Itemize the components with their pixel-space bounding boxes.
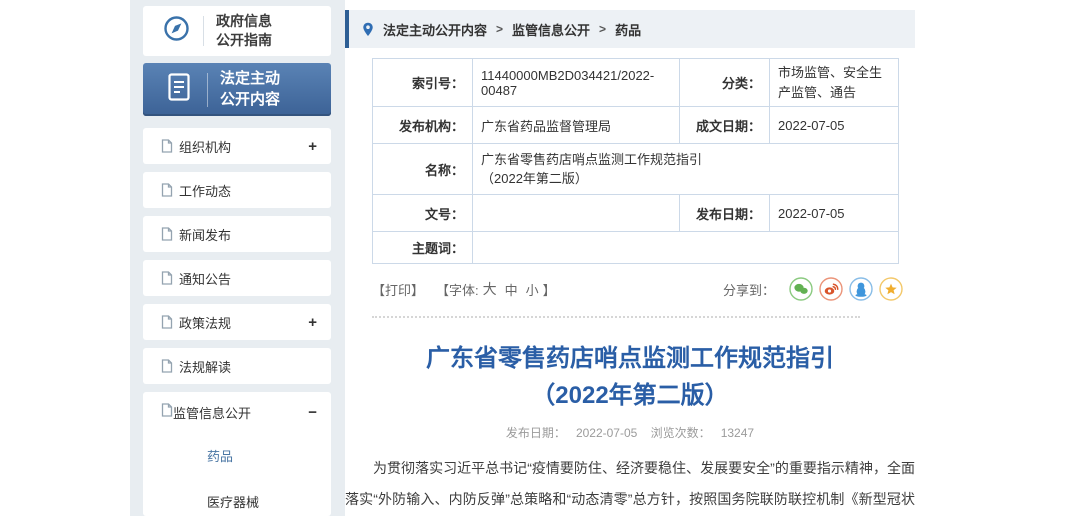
page-icon (161, 315, 173, 329)
expand-plus-icon[interactable]: + (308, 138, 317, 155)
page-icon (161, 271, 173, 285)
page-icon (161, 139, 173, 153)
category-value: 市场监管、安全生产监管、通告 (770, 59, 899, 107)
guide-title: 政府信息 公开指南 (216, 12, 272, 50)
publish-date-value: 2022-07-05 (576, 426, 637, 440)
weibo-share-icon[interactable] (819, 277, 843, 301)
sidebar-subitem-medical-devices[interactable]: 医疗器械 (143, 478, 331, 516)
page-icon (161, 403, 173, 422)
document-info-table: 索引号： 11440000MB2D034421/2022-00487 分类： 市… (372, 58, 899, 264)
menu-label: 监管信息公开 (173, 403, 308, 422)
menu-label: 政策法规 (179, 313, 308, 332)
font-size-small-button[interactable]: 小 (526, 280, 539, 299)
written-date-value: 2022-07-05 (770, 107, 899, 144)
breadcrumb-separator: > (496, 22, 503, 36)
font-size-medium-button[interactable]: 中 (505, 280, 518, 299)
font-size-suffix: 】 (543, 280, 556, 299)
menu-label: 法规解读 (179, 357, 317, 376)
doc-number-label: 文号： (373, 195, 473, 232)
menu-label: 组织机构 (179, 137, 308, 156)
collapse-minus-icon[interactable]: − (308, 404, 317, 421)
menu-label: 工作动态 (179, 181, 317, 200)
written-date-label: 成文日期： (680, 107, 770, 144)
breadcrumb: 法定主动公开内容 > 监管信息公开 > 药品 (345, 10, 915, 48)
sidebar-item-news[interactable]: 新闻发布 (143, 216, 331, 252)
sidebar-item-legal-disclosure[interactable]: 法定主动 公开内容 (143, 63, 331, 116)
table-row: 发布机构： 广东省药品监督管理局 成文日期： 2022-07-05 (373, 107, 899, 144)
sidebar-item-supervision-info[interactable]: 监管信息公开 − (143, 392, 331, 432)
table-row: 名称： 广东省零售药店哨点监测工作规范指引 （2022年第二版） (373, 144, 899, 195)
divider (203, 16, 204, 46)
subject-words-value (473, 232, 899, 264)
share-label: 分享到： (723, 280, 775, 299)
font-size-control: 【字体: 大 中 小 】 (436, 279, 556, 299)
font-size-large-button[interactable]: 大 (483, 279, 497, 299)
expand-plus-icon[interactable]: + (308, 314, 317, 331)
main-content: 法定主动公开内容 > 监管信息公开 > 药品 索引号： 11440000MB2D… (345, 0, 915, 516)
breadcrumb-link-legal-disclosure[interactable]: 法定主动公开内容 (383, 20, 487, 39)
breadcrumb-separator: > (599, 22, 606, 36)
table-row: 文号： 发布日期： 2022-07-05 (373, 195, 899, 232)
index-number-value: 11440000MB2D034421/2022-00487 (473, 59, 680, 107)
issuing-org-value: 广东省药品监督管理局 (473, 107, 680, 144)
article-meta: 发布日期： 2022-07-05 浏览次数： 13247 (345, 424, 915, 441)
print-button[interactable]: 【打印】 (372, 280, 424, 299)
index-number-label: 索引号： (373, 59, 473, 107)
article-paragraph: 为贯彻落实习近平总书记“疫情要防住、经济要稳住、发展要安全”的重要指示精神，全面… (345, 453, 915, 516)
sidebar-group-supervision-info: 监管信息公开 − 药品 医疗器械 (143, 392, 331, 516)
location-pin-icon (362, 22, 374, 37)
favorite-star-icon[interactable] (879, 277, 903, 301)
sidebar-item-notices[interactable]: 通知公告 (143, 260, 331, 296)
active-section-title: 法定主动 公开内容 (220, 69, 280, 110)
menu-label: 新闻发布 (179, 225, 317, 244)
sidebar-item-policies[interactable]: 政策法规 + (143, 304, 331, 340)
qq-share-icon[interactable] (849, 277, 873, 301)
sidebar-item-work-updates[interactable]: 工作动态 (143, 172, 331, 208)
publish-date-label: 发布日期： (680, 195, 770, 232)
category-label: 分类： (680, 59, 770, 107)
menu-label: 通知公告 (179, 269, 317, 288)
publish-date-label: 发布日期： (506, 426, 566, 440)
page-icon (161, 359, 173, 373)
doc-name-value: 广东省零售药店哨点监测工作规范指引 （2022年第二版） (473, 144, 899, 195)
subject-words-label: 主题词： (373, 232, 473, 264)
document-icon (165, 71, 193, 108)
sidebar-subitem-drugs[interactable]: 药品 (143, 432, 331, 478)
view-count-label: 浏览次数： (651, 426, 711, 440)
article-title: 广东省零售药店哨点监测工作规范指引 （2022年第二版） (345, 340, 915, 414)
sidebar-guide-card[interactable]: 政府信息 公开指南 (143, 6, 331, 56)
table-row: 索引号： 11440000MB2D034421/2022-00487 分类： 市… (373, 59, 899, 107)
article-controls: 【打印】 【字体: 大 中 小 】 分享到： (372, 274, 903, 304)
sidebar: 政府信息 公开指南 法定主动 公开内容 组织机构 + (130, 0, 345, 516)
font-size-prefix: 【字体: (436, 280, 479, 299)
dotted-separator (372, 316, 860, 318)
publish-date-value: 2022-07-05 (770, 195, 899, 232)
sidebar-item-law-interpretation[interactable]: 法规解读 (143, 348, 331, 384)
breadcrumb-current-drugs: 药品 (615, 20, 641, 39)
breadcrumb-link-supervision-info[interactable]: 监管信息公开 (512, 20, 590, 39)
issuing-org-label: 发布机构： (373, 107, 473, 144)
wechat-share-icon[interactable] (789, 277, 813, 301)
view-count-value: 13247 (721, 426, 754, 440)
page: 政府信息 公开指南 法定主动 公开内容 组织机构 + (0, 0, 1080, 516)
page-icon (161, 227, 173, 241)
doc-name-label: 名称： (373, 144, 473, 195)
divider (207, 73, 208, 107)
doc-number-value (473, 195, 680, 232)
sidebar-item-organization[interactable]: 组织机构 + (143, 128, 331, 164)
compass-icon (163, 15, 190, 47)
table-row: 主题词： (373, 232, 899, 264)
page-icon (161, 183, 173, 197)
